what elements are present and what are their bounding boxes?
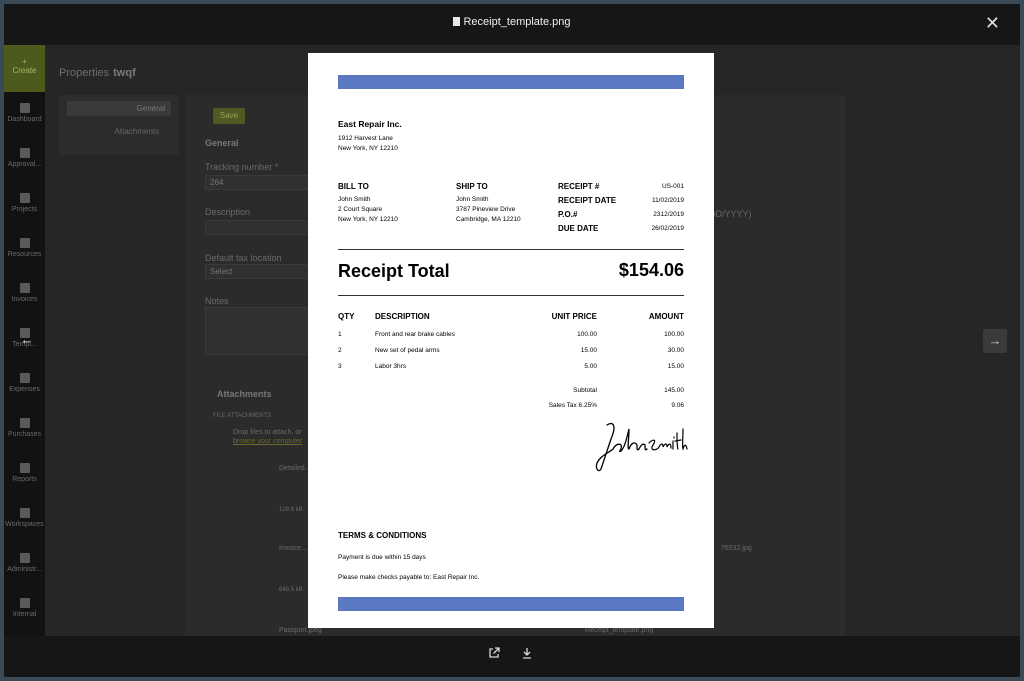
tab-attachments: Attachments bbox=[114, 127, 159, 136]
ship-to-line: 3787 Pineview Drive bbox=[456, 206, 516, 213]
tab-general: General bbox=[67, 101, 171, 116]
attachment-name: 76532.jpg bbox=[721, 545, 752, 552]
meta-value: US-001 bbox=[661, 183, 684, 190]
meta-label: RECEIPT # bbox=[558, 182, 600, 191]
nav-expenses: Expenses bbox=[4, 373, 45, 393]
column-unit-price: UNIT PRICE bbox=[551, 312, 597, 321]
bill-to-label: BILL TO bbox=[338, 182, 369, 191]
description-input bbox=[205, 220, 309, 235]
item-amount: 30.00 bbox=[667, 347, 684, 354]
section-general: General bbox=[205, 138, 239, 148]
external-link-icon[interactable] bbox=[486, 647, 502, 662]
receipt-total-value: $154.06 bbox=[618, 260, 684, 280]
sales-tax-value: 9.06 bbox=[671, 402, 684, 409]
file-icon bbox=[453, 17, 461, 26]
meta-value: 2312/2019 bbox=[653, 211, 684, 218]
attachment-size: 128.6 kB bbox=[279, 507, 303, 513]
viewer-titlebar: Receipt_template.png ✕ bbox=[4, 4, 1020, 45]
ship-to-label: SHIP TO bbox=[456, 182, 488, 191]
drop-text: Drop files to attach, or bbox=[233, 429, 302, 436]
notes-input bbox=[205, 307, 309, 355]
image-viewer-modal: + Create Dashboard Approval... Projects R… bbox=[4, 4, 1020, 677]
meta-value: 11/02/2019 bbox=[651, 197, 684, 204]
receipt-footer-band bbox=[338, 597, 684, 611]
file-name-label: Receipt_template.png bbox=[4, 16, 1020, 28]
item-unit-price: 5.00 bbox=[584, 363, 597, 370]
nav-administration: Administr... bbox=[4, 553, 45, 573]
sales-tax-label: Sales Tax 6.25% bbox=[548, 402, 597, 409]
tracking-input: 264 bbox=[205, 175, 309, 190]
company-address-line2: New York, NY 12210 bbox=[338, 145, 398, 152]
item-amount: 100.00 bbox=[664, 331, 684, 338]
receipt-header-band bbox=[338, 75, 684, 89]
column-amount: AMOUNT bbox=[648, 312, 684, 321]
meta-label: P.O.# bbox=[558, 210, 578, 219]
item-description: Labor 3hrs bbox=[375, 363, 407, 370]
ship-to-line: Cambridge, MA 12210 bbox=[456, 216, 521, 223]
terms-line: Please make checks payable to: East Repa… bbox=[338, 574, 480, 581]
nav-dashboard: Dashboard bbox=[4, 103, 45, 123]
attachment-name: Passport.jpeg bbox=[279, 627, 322, 634]
bill-to-line: 2 Court Square bbox=[338, 206, 383, 213]
properties-title: Properties twqf bbox=[59, 67, 136, 79]
attachment-name: Invoice.... bbox=[279, 545, 309, 552]
attachment-size: 649.5 kB bbox=[279, 587, 303, 593]
item-description: Front and rear brake cables bbox=[375, 331, 455, 338]
divider bbox=[338, 249, 684, 250]
nav-resources: Resources bbox=[4, 238, 45, 258]
item-description: New set of pedal arms bbox=[375, 347, 440, 354]
create-button: + Create bbox=[4, 45, 45, 92]
nav-invoices: Invoices bbox=[4, 283, 45, 303]
column-description: DESCRIPTION bbox=[375, 312, 430, 321]
nav-workspaces: Workspaces bbox=[4, 508, 45, 528]
company-address-line1: 1912 Harvest Lane bbox=[338, 135, 393, 142]
bill-to-line: New York, NY 12210 bbox=[338, 216, 398, 223]
viewer-bottombar bbox=[4, 636, 1020, 677]
notes-label: Notes bbox=[205, 296, 229, 306]
subtotal-label: Subtotal bbox=[573, 387, 597, 394]
bill-to-line: John Smith bbox=[338, 196, 371, 203]
arrow-right-icon[interactable]: → bbox=[983, 329, 1007, 353]
item-qty: 1 bbox=[338, 331, 342, 338]
nav-approval: Approval... bbox=[4, 148, 45, 168]
nav-internal: Internal bbox=[4, 598, 45, 618]
subtotal-value: 145.00 bbox=[664, 387, 684, 394]
company-name: East Repair Inc. bbox=[338, 119, 402, 129]
receipt-image: East Repair Inc. 1912 Harvest Lane New Y… bbox=[308, 53, 714, 628]
attachments-title: Attachments bbox=[217, 389, 272, 399]
download-icon[interactable] bbox=[519, 647, 535, 662]
item-unit-price: 15.00 bbox=[580, 347, 597, 354]
item-amount: 15.00 bbox=[667, 363, 684, 370]
save-button: Save bbox=[213, 108, 245, 124]
attachment-name: Detailed... bbox=[279, 465, 311, 472]
tax-select: Select bbox=[205, 264, 309, 279]
description-label: Description bbox=[205, 207, 251, 217]
close-icon[interactable]: ✕ bbox=[985, 13, 1000, 33]
nav-projects: Projects bbox=[4, 193, 45, 213]
arrow-left-icon[interactable]: ← bbox=[15, 328, 39, 352]
item-unit-price: 100.00 bbox=[577, 331, 597, 338]
nav-purchases: Purchases bbox=[4, 418, 45, 438]
tax-label: Default tax location bbox=[205, 253, 282, 263]
meta-label: RECEIPT DATE bbox=[558, 196, 617, 205]
ship-to-line: John Smith bbox=[456, 196, 489, 203]
signature-image bbox=[595, 422, 688, 472]
attachment-name: Receipt_template.png bbox=[585, 627, 654, 634]
properties-tabs: General Attachments bbox=[59, 95, 179, 155]
item-qty: 3 bbox=[338, 363, 342, 370]
browse-link: browse your computer bbox=[233, 438, 303, 445]
nav-reports: Reports bbox=[4, 463, 45, 483]
meta-value: 26/02/2019 bbox=[651, 225, 684, 232]
column-qty: QTY bbox=[338, 312, 355, 321]
date-format-hint: DD/YYYY) bbox=[709, 209, 752, 219]
file-attachments-label: FILE ATTACHMENTS bbox=[213, 413, 272, 419]
terms-line: Payment is due within 15 days bbox=[338, 554, 426, 561]
divider bbox=[338, 295, 684, 296]
tracking-label: Tracking number * bbox=[205, 162, 279, 172]
receipt-total-label: Receipt Total bbox=[338, 261, 450, 281]
terms-title: TERMS & CONDITIONS bbox=[338, 531, 427, 540]
meta-label: DUE DATE bbox=[558, 224, 599, 233]
item-qty: 2 bbox=[338, 347, 342, 354]
